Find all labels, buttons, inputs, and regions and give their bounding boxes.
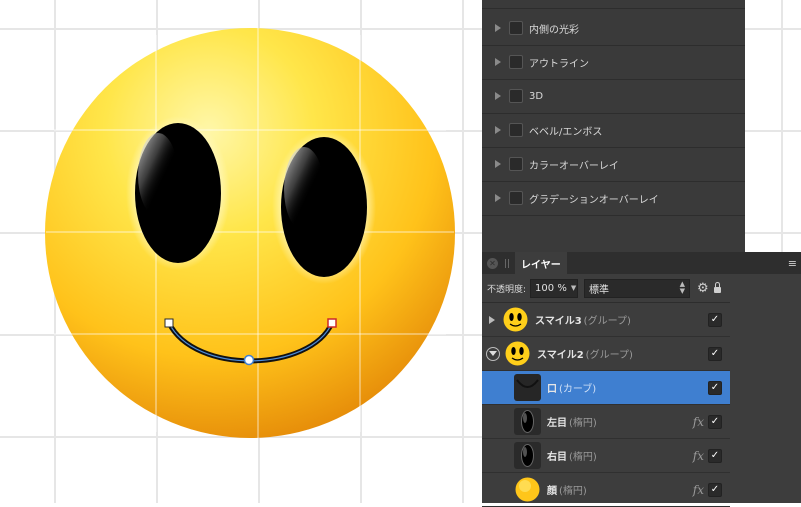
curve-thumbnail-icon: [516, 379, 539, 388]
effect-checkbox[interactable]: [509, 123, 523, 137]
layer-type: (楕円): [559, 486, 587, 497]
effect-label: カラーオーバーレイ: [529, 160, 619, 172]
effect-row-outline[interactable]: アウトライン: [482, 45, 745, 80]
fx-icon[interactable]: fx: [693, 415, 704, 429]
smiley-thumbnail-icon: [505, 341, 530, 366]
layer-row-right-eye[interactable]: 右目 (楕円) fx ✓: [482, 439, 730, 473]
layer-visibility-checkbox[interactable]: ✓: [708, 346, 722, 361]
effect-checkbox[interactable]: [509, 157, 523, 171]
layer-type: (グループ): [583, 316, 631, 327]
document-canvas-right[interactable]: [745, 0, 801, 252]
effect-label: グラデーションオーバーレイ: [529, 194, 659, 206]
layer-visibility-checkbox[interactable]: ✓: [708, 312, 722, 327]
expand-triangle-icon[interactable]: [489, 315, 495, 324]
fx-icon[interactable]: fx: [693, 449, 704, 463]
blend-mode-select[interactable]: 標準 ▲ ▼: [584, 278, 691, 298]
layer-name: スマイル2: [537, 350, 584, 361]
panel-menu-icon[interactable]: ≡: [788, 257, 797, 270]
layer-row-smile2[interactable]: スマイル2 (グループ) ✓: [482, 337, 730, 371]
effect-label: 内側の光彩: [529, 24, 579, 36]
expand-triangle-icon[interactable]: [495, 24, 501, 32]
effect-row-inner-glow[interactable]: 内側の光彩: [482, 11, 745, 46]
fx-icon[interactable]: fx: [693, 483, 704, 497]
layer-thumbnail: [514, 476, 541, 503]
layer-thumbnail: [514, 374, 541, 401]
effect-label: 3D: [529, 90, 544, 102]
layer-visibility-checkbox[interactable]: ✓: [708, 380, 722, 395]
layer-row-smile3[interactable]: スマイル3 (グループ) ✓: [482, 303, 730, 337]
layer-type: (楕円): [569, 452, 597, 463]
expand-triangle-icon[interactable]: [495, 160, 501, 168]
layer-name: 口: [547, 384, 557, 395]
layer-visibility-checkbox[interactable]: ✓: [708, 448, 722, 463]
effect-row-color-overlay[interactable]: カラーオーバーレイ: [482, 147, 745, 182]
layers-panel: ✕ レイヤー ≡ 不透明度: 100 % ▼ 標準 ▲ ▼ ⚙ スマイル3 (グル…: [482, 252, 801, 507]
expand-triangle-icon[interactable]: [495, 92, 501, 100]
layer-row-mouth[interactable]: 口 (カーブ) ✓: [482, 371, 730, 405]
chevron-down-icon: ▼: [570, 284, 577, 292]
curve-node-start[interactable]: [164, 318, 174, 328]
effects-panel: 内側の光彩 アウトライン 3D ベベル/エンボス カラーオーバーレイ グラデーシ…: [482, 0, 745, 252]
panel-grip-icon[interactable]: [505, 258, 509, 268]
tab-layers[interactable]: レイヤー: [515, 252, 567, 274]
layer-name: 顔: [547, 486, 557, 497]
right-eye-ellipse[interactable]: [272, 130, 376, 284]
effects-row-partial[interactable]: [482, 0, 745, 9]
effect-checkbox[interactable]: [509, 89, 523, 103]
layer-thumbnail: [514, 442, 541, 469]
expand-triangle-icon[interactable]: [495, 126, 501, 134]
layer-type: (楕円): [569, 418, 597, 429]
layer-thumbnail: [504, 340, 531, 367]
effect-checkbox[interactable]: [509, 191, 523, 205]
layer-visibility-checkbox[interactable]: ✓: [708, 414, 722, 429]
effect-checkbox[interactable]: [509, 21, 523, 35]
layer-type: (カーブ): [559, 384, 597, 395]
layer-name: スマイル3: [535, 316, 582, 327]
effect-label: ベベル/エンボス: [529, 126, 603, 138]
close-panel-icon[interactable]: ✕: [487, 257, 498, 269]
layer-thumbnail: [502, 306, 529, 333]
layers-tabbar: ✕ レイヤー ≡: [482, 252, 801, 274]
layer-visibility-checkbox[interactable]: ✓: [708, 482, 722, 497]
effect-row-gradient-overlay[interactable]: グラデーションオーバーレイ: [482, 181, 745, 216]
smiley-artwork[interactable]: [0, 0, 482, 503]
lock-icon[interactable]: [713, 282, 721, 293]
opacity-select[interactable]: 100 % ▼: [530, 278, 579, 298]
eye-thumbnail-icon: [521, 410, 534, 433]
gear-icon[interactable]: ⚙: [697, 281, 709, 296]
effect-row-bevel-emboss[interactable]: ベベル/エンボス: [482, 113, 745, 148]
curve-node-middle[interactable]: [243, 354, 255, 366]
layer-name: 右目: [547, 452, 567, 463]
opacity-label: 不透明度:: [487, 284, 527, 295]
layer-row-left-eye[interactable]: 左目 (楕円) fx ✓: [482, 405, 730, 439]
layer-row-face[interactable]: 顔 (楕円) fx ✓: [482, 473, 730, 507]
layers-scroll-area[interactable]: [730, 302, 801, 503]
layer-type: (グループ): [585, 350, 633, 361]
effect-checkbox[interactable]: [509, 55, 523, 69]
effect-row-3d[interactable]: 3D: [482, 79, 745, 114]
effect-label: アウトライン: [529, 58, 589, 70]
updown-arrows-icon: ▲ ▼: [679, 280, 686, 295]
face-thumbnail-icon: [515, 477, 540, 502]
left-eye-ellipse[interactable]: [126, 116, 230, 270]
expand-triangle-icon[interactable]: [495, 58, 501, 66]
blend-mode-value: 標準: [589, 284, 610, 296]
curve-node-end[interactable]: [327, 318, 337, 328]
face-ellipse[interactable]: [45, 28, 455, 438]
collapse-circle-icon[interactable]: [486, 346, 500, 361]
expand-triangle-icon[interactable]: [495, 194, 501, 202]
layer-options-bar: 不透明度: 100 % ▼ 標準 ▲ ▼ ⚙: [482, 274, 801, 303]
smiley-thumbnail-icon: [503, 307, 528, 332]
layer-thumbnail: [514, 408, 541, 435]
eye-thumbnail-icon: [521, 444, 534, 467]
opacity-value: 100 %: [535, 282, 567, 294]
layer-name: 左目: [547, 418, 567, 429]
